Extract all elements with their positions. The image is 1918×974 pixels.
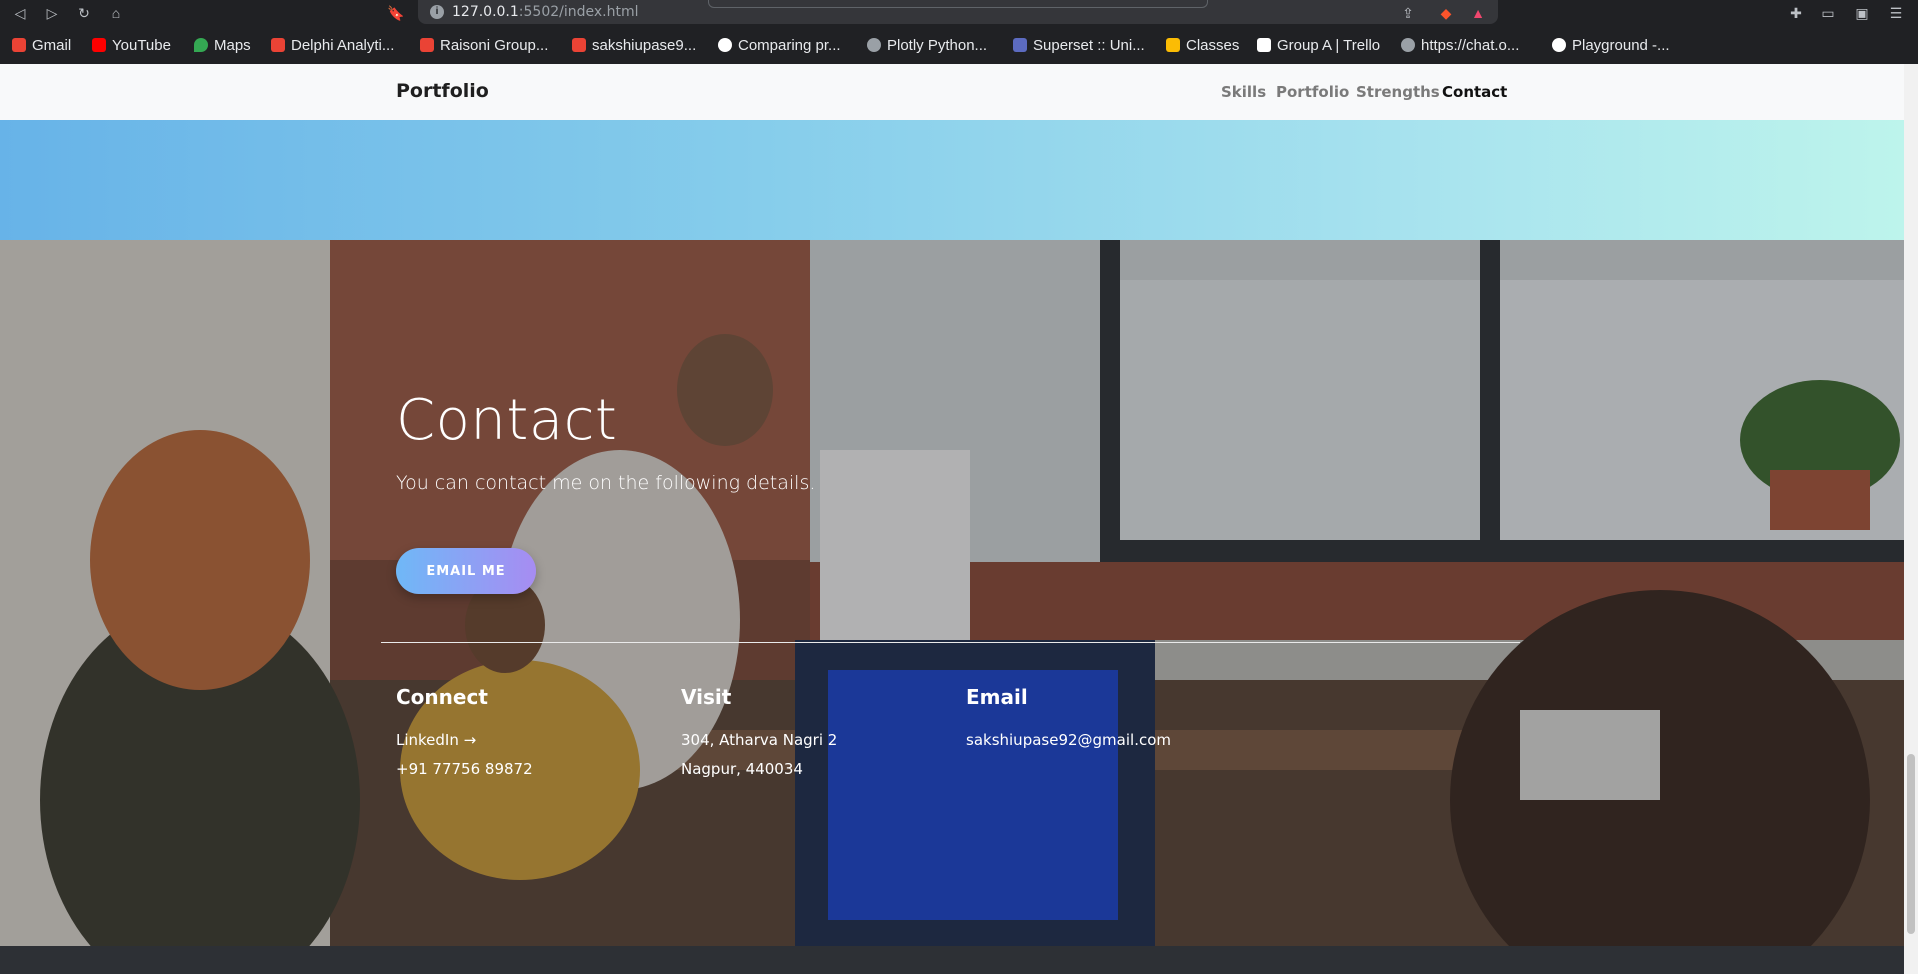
email-heading: Email <box>966 685 1028 709</box>
github-icon <box>718 38 732 52</box>
phone-number: +91 77756 89872 <box>396 760 533 778</box>
chatgpt-icon <box>1401 38 1415 52</box>
bookmark-item[interactable]: Superset :: Uni... <box>1013 33 1145 57</box>
bookmark-label: Playground -... <box>1572 36 1670 54</box>
email-address[interactable]: sakshiupase92@gmail.com <box>966 731 1171 749</box>
bookmark-item[interactable]: Raisoni Group... <box>420 33 548 57</box>
wallet-icon[interactable]: ▣ <box>1852 3 1872 23</box>
browser-chrome: ◁ ▷ ↻ ⌂ 🔖 i 127.0.0.1:5502/index.html ⇪ … <box>0 0 1918 64</box>
youtube-icon <box>92 38 106 52</box>
bookmark-item[interactable]: YouTube <box>92 33 171 57</box>
contact-subtitle: You can contact me on the following deta… <box>396 472 816 494</box>
gmail-icon <box>271 38 285 52</box>
section-divider <box>381 642 1520 643</box>
page-viewport: Portfolio Skills Portfolio Strengths Con… <box>0 64 1904 974</box>
bookmark-label: YouTube <box>112 36 171 54</box>
gradient-section <box>0 120 1904 240</box>
page-scrollbar[interactable] <box>1904 64 1918 974</box>
classroom-icon <box>1166 38 1180 52</box>
scrollbar-thumb[interactable] <box>1907 754 1915 934</box>
gmail-icon <box>420 38 434 52</box>
bookmark-item[interactable]: sakshiupase9... <box>572 33 696 57</box>
bookmark-label: Raisoni Group... <box>440 36 549 54</box>
address-line-2: Nagpur, 440034 <box>681 760 803 778</box>
nav-link-portfolio[interactable]: Portfolio <box>1276 83 1349 101</box>
gmail-icon <box>12 38 26 52</box>
home-icon[interactable]: ⌂ <box>106 3 126 23</box>
trello-icon <box>1257 38 1271 52</box>
forward-icon[interactable]: ▷ <box>42 3 62 23</box>
bookmark-label: Gmail <box>32 36 72 54</box>
footer <box>0 946 1904 974</box>
visit-heading: Visit <box>681 685 732 709</box>
address-bar[interactable]: i 127.0.0.1:5502/index.html <box>418 0 1498 24</box>
email-me-button[interactable]: EMAIL ME <box>396 548 536 594</box>
url-path: :5502/index.html <box>518 4 639 20</box>
bookmark-label: Classes <box>1186 36 1240 54</box>
reload-icon[interactable]: ↻ <box>74 3 94 23</box>
brave-shield-icon[interactable]: ◆ <box>1436 3 1456 23</box>
url-host: 127.0.0.1 <box>452 4 519 20</box>
brave-rewards-icon[interactable]: ▲ <box>1468 3 1488 23</box>
bookmark-icon[interactable]: 🔖 <box>386 3 406 23</box>
bookmark-item[interactable]: Group A | Trello <box>1257 33 1380 57</box>
omnibox-dropdown-edge <box>708 0 1208 8</box>
nav-link-strengths[interactable]: Strengths <box>1356 83 1440 101</box>
nav-link-skills[interactable]: Skills <box>1221 83 1266 101</box>
bookmark-label: Superset :: Uni... <box>1033 36 1145 54</box>
linkedin-link[interactable]: LinkedIn → <box>396 731 476 749</box>
bookmark-label: Plotly Python... <box>887 36 988 54</box>
bookmark-label: sakshiupase9... <box>592 36 697 54</box>
browser-toolbar: ◁ ▷ ↻ ⌂ 🔖 i 127.0.0.1:5502/index.html ⇪ … <box>0 0 1918 26</box>
bookmark-item[interactable]: Playground -... <box>1552 33 1670 57</box>
menu-icon[interactable]: ☰ <box>1886 3 1906 23</box>
bookmark-item[interactable]: Classes <box>1166 33 1239 57</box>
maps-icon <box>194 38 208 52</box>
address-line-1: 304, Atharva Nagri 2 <box>681 731 838 749</box>
back-icon[interactable]: ◁ <box>10 3 30 23</box>
openai-icon <box>1552 38 1566 52</box>
bookmark-label: Delphi Analyti... <box>291 36 395 54</box>
bookmark-item[interactable]: Comparing pr... <box>718 33 841 57</box>
bookmark-label: https://chat.o... <box>1421 36 1520 54</box>
gmail-icon <box>572 38 586 52</box>
extensions-icon[interactable]: ✚ <box>1786 3 1806 23</box>
navbar-brand[interactable]: Portfolio <box>396 80 489 102</box>
superset-icon <box>1013 38 1027 52</box>
bookmark-item[interactable]: Delphi Analyti... <box>271 33 394 57</box>
bookmark-item[interactable]: Plotly Python... <box>867 33 987 57</box>
connect-heading: Connect <box>396 685 488 709</box>
share-icon[interactable]: ⇪ <box>1398 3 1418 23</box>
nav-link-contact[interactable]: Contact <box>1442 83 1507 101</box>
contact-heading: Contact <box>396 388 618 453</box>
bookmark-label: Comparing pr... <box>738 36 841 54</box>
bookmark-item[interactable]: https://chat.o... <box>1401 33 1519 57</box>
bookmark-item[interactable]: Maps <box>194 33 251 57</box>
bookmark-item[interactable]: Gmail <box>12 33 71 57</box>
bookmarks-bar: Gmail YouTube Maps Delphi Analyti... Rai… <box>0 33 1918 57</box>
contact-section: Contact You can contact me on the follow… <box>0 240 1904 946</box>
bookmark-label: Maps <box>214 36 251 54</box>
navbar: Portfolio Skills Portfolio Strengths Con… <box>0 64 1904 120</box>
image-overlay <box>0 240 1904 946</box>
sidebar-icon[interactable]: ▭ <box>1818 3 1838 23</box>
site-info-icon[interactable]: i <box>430 5 444 19</box>
bookmark-label: Group A | Trello <box>1277 36 1381 54</box>
globe-icon <box>867 38 881 52</box>
url-text[interactable]: 127.0.0.1:5502/index.html <box>452 4 639 20</box>
